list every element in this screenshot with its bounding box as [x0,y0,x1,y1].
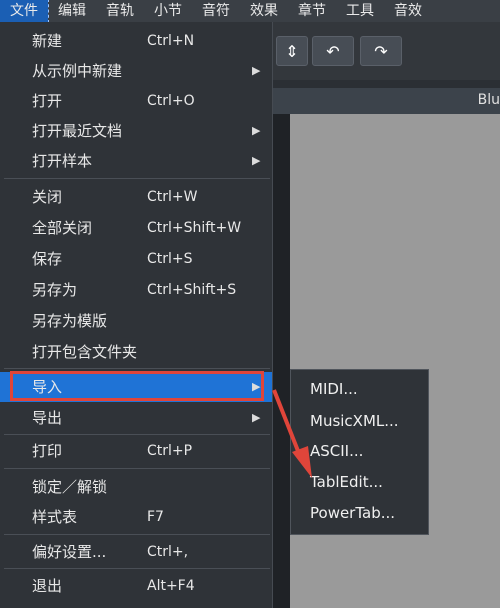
menu-item-label: 偏好设置... [32,543,107,561]
menu-separator [4,568,270,569]
menu-item-label: 另存为 [32,281,78,299]
menu-item-lock-unlock[interactable]: 锁定／解锁 [0,472,272,502]
menu-item-close[interactable]: 关闭 Ctrl+W [0,182,272,212]
menu-item-open-sample[interactable]: 打开样本 ▶ [0,146,272,176]
menu-item-new[interactable]: 新建 Ctrl+N [0,26,272,56]
menu-item-new-from-template[interactable]: 从示例中新建 ▶ [0,56,272,86]
menu-item-shortcut: Ctrl+Shift+S [147,282,237,298]
menu-item-preferences[interactable]: 偏好设置... Ctrl+, [0,537,272,567]
menu-item-open[interactable]: 打开 Ctrl+O [0,86,272,116]
menu-section[interactable]: 章节 [288,0,336,22]
menu-item-save-as[interactable]: 另存为 Ctrl+Shift+S [0,275,272,305]
chevron-updown-icon[interactable]: ⇕ [276,36,308,66]
menu-file[interactable]: 文件 [0,0,49,23]
menu-item-label: 打印 [32,442,63,460]
menu-separator [4,468,270,469]
chevron-right-icon: ▶ [252,411,261,424]
menu-sound[interactable]: 音效 [384,0,432,22]
menu-separator [4,534,270,535]
menu-item-label: 退出 [32,577,63,595]
annotation-arrow-icon [272,389,312,478]
menu-track[interactable]: 音轨 [96,0,144,22]
undo-icon[interactable]: ↶ [312,36,354,66]
menu-item-shortcut: Ctrl+, [147,544,189,560]
annotation-highlight-box [10,371,264,401]
menu-bar: 文件 编辑 音轨 小节 音符 效果 章节 工具 音效 [0,0,500,23]
menu-item-shortcut: Ctrl+S [147,251,193,267]
toolbar: ⇕ ↶ ↷ [272,22,500,80]
menu-item-save[interactable]: 保存 Ctrl+S [0,244,272,274]
menu-item-label: 导出 [32,409,63,427]
menu-item-print[interactable]: 打印 Ctrl+P [0,436,272,466]
menu-tools[interactable]: 工具 [336,0,384,22]
menu-item-label: 样式表 [32,508,78,526]
track-header: Blu [272,88,500,114]
menu-item-label: 打开样本 [32,152,93,170]
menu-item-open-containing-folder[interactable]: 打开包含文件夹 [0,337,272,367]
chevron-right-icon: ▶ [252,64,261,77]
menu-item-save-as-template[interactable]: 另存为模版 [0,306,272,336]
menu-item-exit[interactable]: 退出 Alt+F4 [0,571,272,601]
menu-item-shortcut: Ctrl+W [147,189,198,205]
menu-item-shortcut: F7 [147,509,164,525]
menu-item-label: 打开最近文档 [32,122,123,140]
menu-effect[interactable]: 效果 [240,0,288,22]
menu-item-stylesheet[interactable]: 样式表 F7 [0,502,272,532]
menu-item-label: 从示例中新建 [32,62,123,80]
submenu-item-powertab[interactable]: PowerTab... [310,504,395,522]
menu-item-label: 全部关闭 [32,219,93,237]
chevron-right-icon: ▶ [252,154,261,167]
chevron-right-icon: ▶ [252,124,261,137]
menu-item-open-recent[interactable]: 打开最近文档 ▶ [0,116,272,146]
menu-item-label: 打开包含文件夹 [32,343,138,361]
menu-bar-measure[interactable]: 小节 [144,0,192,22]
menu-item-label: 锁定／解锁 [32,478,108,496]
menu-item-shortcut: Ctrl+Shift+W [147,220,242,236]
file-menu: 新建 Ctrl+N 从示例中新建 ▶ 打开 Ctrl+O 打开最近文档 ▶ 打开… [0,22,273,608]
menu-item-close-all[interactable]: 全部关闭 Ctrl+Shift+W [0,213,272,243]
menu-separator [4,434,270,435]
menu-item-label: 另存为模版 [32,312,108,330]
menu-separator [4,368,270,369]
header-partial-text: Blu [477,92,500,108]
side-strip [272,114,290,608]
menu-item-label: 保存 [32,250,63,268]
menu-item-shortcut: Ctrl+N [147,33,195,49]
menu-item-label: 打开 [32,92,63,110]
menu-item-shortcut: Ctrl+P [147,443,193,459]
menu-separator [4,178,270,179]
menu-item-label: 新建 [32,32,63,50]
redo-icon[interactable]: ↷ [360,36,402,66]
menu-item-export[interactable]: 导出 ▶ [0,403,272,433]
menu-item-shortcut: Ctrl+O [147,93,195,109]
menu-item-label: 关闭 [32,188,63,206]
menu-note[interactable]: 音符 [192,0,240,22]
menu-item-shortcut: Alt+F4 [147,578,195,594]
menu-edit[interactable]: 编辑 [48,0,96,22]
